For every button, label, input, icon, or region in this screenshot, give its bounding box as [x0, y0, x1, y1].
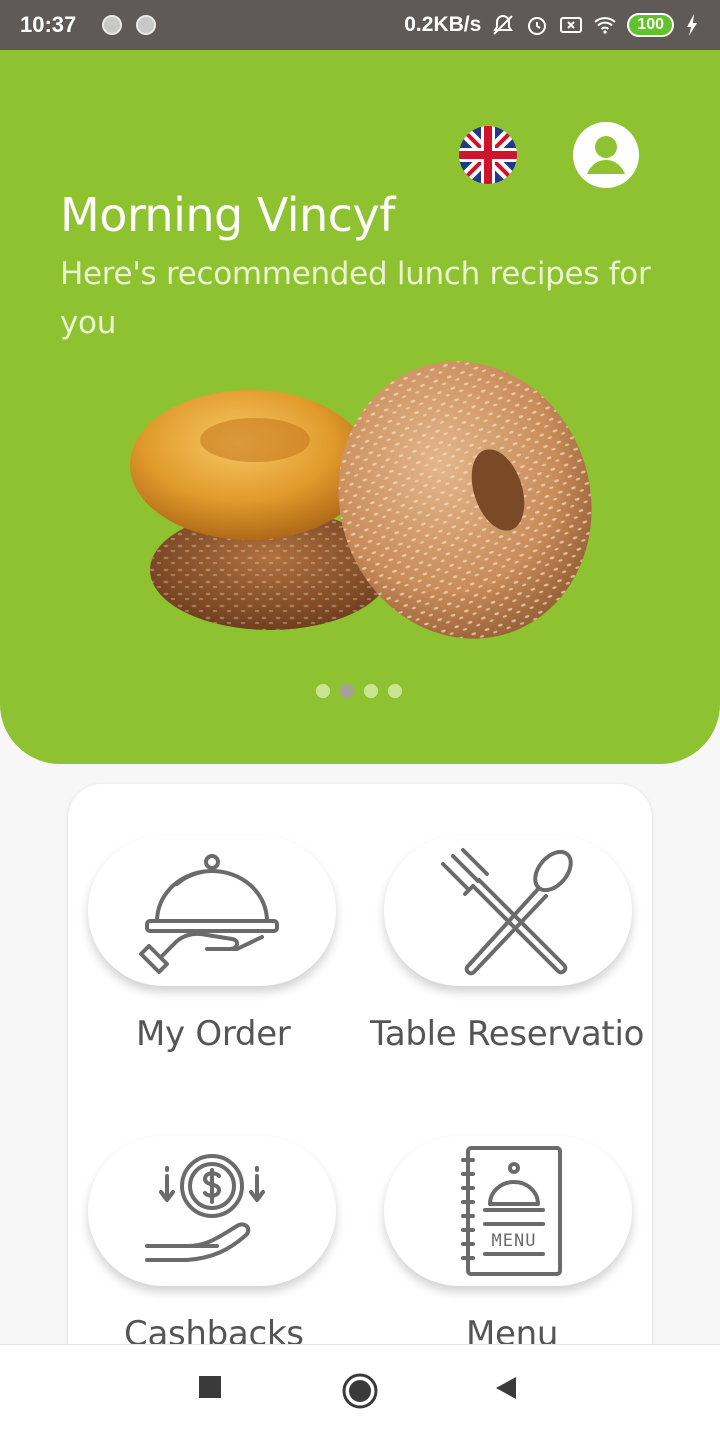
menu-book-icon: MENU: [461, 1146, 562, 1276]
hero-banner: Morning Vincyf Here's recommended lunch …: [0, 50, 720, 764]
fork-spoon-icon: [441, 848, 573, 976]
notification-icon: [102, 15, 123, 35]
recent-apps-button[interactable]: [198, 1375, 222, 1399]
notification-icon: [136, 15, 157, 35]
table-reservation-label[interactable]: Table Reservatio: [370, 1014, 644, 1054]
status-time: 10:37: [20, 12, 77, 37]
cashbacks-button[interactable]: [88, 1136, 336, 1286]
system-nav-bar: [0, 1344, 720, 1440]
carousel-dot[interactable]: [316, 684, 330, 698]
greeting-subtitle: Here's recommended lunch recipes for you: [60, 256, 651, 341]
table-reservation-button[interactable]: [384, 836, 632, 986]
net-speed: 0.2KB/s: [404, 13, 482, 36]
my-order-button[interactable]: [88, 836, 336, 986]
back-triangle-icon: [496, 1377, 516, 1399]
back-button[interactable]: [494, 1375, 520, 1401]
my-order-label[interactable]: My Order: [136, 1014, 291, 1054]
uk-flag-icon[interactable]: [459, 126, 517, 184]
square-icon: [199, 1376, 221, 1398]
wifi-icon: [594, 17, 616, 34]
status-indicators: 0.2KB/s 100: [404, 13, 700, 37]
charging-icon: [687, 14, 697, 36]
profile-avatar-icon[interactable]: [573, 122, 639, 188]
home-circle-icon: [342, 1373, 378, 1409]
sim-icon: [560, 17, 583, 33]
carousel-indicator[interactable]: [316, 684, 402, 698]
greeting-title: Morning Vincyf: [60, 188, 395, 242]
status-bar: 10:37 0.2KB/s 100: [0, 0, 720, 50]
alarm-icon: [528, 17, 547, 35]
menu-button[interactable]: MENU: [384, 1136, 632, 1286]
cashback-icon: [145, 1154, 265, 1262]
svg-text:MENU: MENU: [492, 1231, 537, 1251]
carousel-dot-active[interactable]: [340, 684, 354, 698]
cloche-hand-icon: [139, 854, 279, 974]
carousel-dot[interactable]: [388, 684, 402, 698]
mute-icon: [493, 14, 514, 35]
features-card: My Order Table Reservatio Cashbacks MENU…: [68, 784, 652, 1404]
bagel-image: [130, 361, 592, 639]
home-button[interactable]: [340, 1371, 380, 1411]
battery-indicator: 100: [627, 13, 674, 37]
carousel-dot[interactable]: [364, 684, 378, 698]
